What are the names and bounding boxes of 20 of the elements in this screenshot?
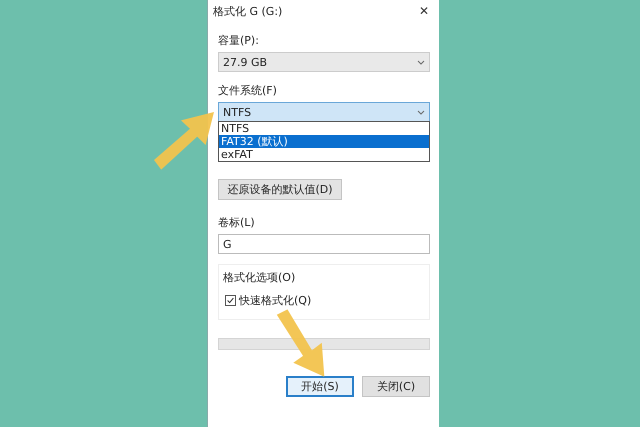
start-button[interactable]: 开始(S)	[286, 376, 354, 397]
field-label: 文件系统(F)	[218, 84, 278, 98]
chevron-down-icon	[417, 110, 425, 114]
group-title: 格式化选项(O)	[223, 270, 296, 285]
arrow-icon	[154, 112, 214, 172]
file-system-dropdown[interactable]: NTFS	[218, 102, 430, 122]
close-dialog-button[interactable]: 关闭(C)	[362, 376, 430, 397]
capacity-dropdown[interactable]: 27.9 GB	[218, 52, 430, 72]
chevron-down-icon	[417, 60, 425, 64]
dropdown-option[interactable]: NTFS	[219, 122, 429, 135]
restore-defaults-button[interactable]: 还原设备的默认值(D)	[218, 179, 342, 200]
checkbox[interactable]	[225, 295, 236, 306]
volume-label-field[interactable]: G	[218, 234, 430, 254]
field-label: 容量(P):	[218, 34, 260, 48]
checkbox-label: 快速格式化(Q)	[239, 293, 312, 308]
dropdown-option[interactable]: FAT32 (默认)	[219, 135, 429, 148]
close-button[interactable]: ✕	[414, 4, 433, 18]
field-label: 卷标(L)	[218, 216, 256, 230]
dropdown-option[interactable]: exFAT	[219, 148, 429, 161]
window-title: 格式化 G (G:)	[213, 4, 282, 18]
